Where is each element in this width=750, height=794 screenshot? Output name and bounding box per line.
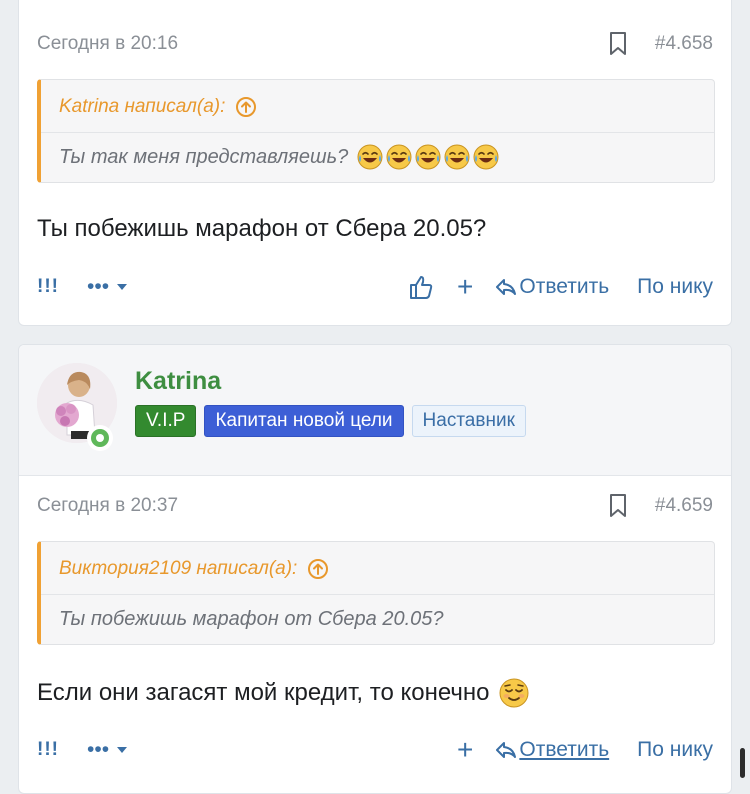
report-button[interactable]: !!! — [37, 276, 59, 298]
badge-mentor: Наставник — [411, 405, 526, 437]
joy-emoji-icon — [415, 144, 441, 170]
add-reaction-button[interactable]: + — [457, 736, 473, 764]
joy-emoji-icon — [473, 144, 499, 170]
more-menu-button[interactable]: ••• — [87, 738, 129, 762]
bookmark-icon[interactable] — [607, 493, 629, 519]
post-date[interactable]: Сегодня в 20:37 — [37, 495, 607, 517]
more-dots: ••• — [86, 275, 110, 298]
report-button[interactable]: !!! — [37, 739, 59, 761]
post-4659: Katrina V.I.P Капитан новой цели Наставн… — [18, 344, 732, 794]
arrow-up-circle-icon[interactable] — [235, 96, 257, 118]
reply-arrow-icon — [496, 742, 517, 758]
actions-right: + Ответить По нику — [409, 273, 713, 301]
quote-divider — [41, 594, 714, 595]
quote-text-label: Ты побежишь марафон от Сбера 20.05? — [59, 607, 444, 630]
badge-captain: Капитан новой цели — [204, 405, 404, 437]
quote-text-label: Ты так меня представляешь? — [59, 145, 349, 168]
post-actions: !!! ••• + Ответить По нику — [37, 732, 713, 768]
reply-by-nick-button[interactable]: По нику — [637, 738, 713, 762]
online-status-icon — [87, 425, 113, 451]
user-header: Katrina V.I.P Капитан новой цели Наставн… — [19, 345, 731, 476]
quote-text: Ты так меня представляешь? — [59, 140, 500, 174]
post-number[interactable]: #4.658 — [655, 33, 713, 55]
reply-by-nick-button[interactable]: По нику — [637, 275, 713, 299]
quote-text: Ты побежишь марафон от Сбера 20.05? — [59, 602, 444, 636]
reply-label: Ответить — [519, 275, 610, 298]
quote-author[interactable]: Katrina написал(а): — [59, 94, 257, 120]
actions-left: !!! ••• — [37, 275, 409, 299]
badge-vip: V.I.P — [135, 405, 197, 437]
post-meta: Сегодня в 20:16 #4.658 — [37, 29, 713, 59]
post-message-text: Если они загасят мой кредит, то конечно — [37, 679, 490, 706]
quote-author-label: Katrina написал(а): — [59, 96, 226, 117]
post-meta: Сегодня в 20:37 #4.659 — [37, 491, 713, 521]
post-date[interactable]: Сегодня в 20:16 — [37, 33, 607, 55]
joy-emoji-icon — [386, 144, 412, 170]
add-reaction-button[interactable]: + — [457, 273, 473, 301]
joy-emoji-icon — [357, 144, 383, 170]
quote-block: Katrina написал(а): Ты так меня представ… — [37, 79, 715, 183]
relieved-emoji-icon — [499, 678, 529, 708]
reply-button[interactable]: Ответить — [495, 738, 609, 762]
actions-right: + Ответить По нику — [457, 736, 713, 764]
post-4658: Сегодня в 20:16 #4.658 Katrina написал(а… — [18, 0, 732, 326]
post-actions: !!! ••• + Ответить По нику — [37, 269, 713, 305]
more-dots: ••• — [86, 738, 110, 761]
reply-arrow-icon — [496, 279, 517, 295]
more-menu-button[interactable]: ••• — [87, 275, 129, 299]
reply-label: Ответить — [519, 738, 610, 761]
thumbs-up-icon[interactable] — [409, 274, 433, 300]
joy-emoji-icon — [444, 144, 470, 170]
username[interactable]: Katrina — [135, 367, 221, 396]
post-number[interactable]: #4.659 — [655, 495, 713, 517]
quote-divider — [41, 132, 714, 133]
post-message: Если они загасят мой кредит, то конечно — [37, 675, 530, 711]
post-message: Ты побежишь марафон от Сбера 20.05? — [37, 211, 486, 247]
quote-author-label: Виктория2109 написал(а): — [59, 558, 298, 579]
post-message-text: Ты побежишь марафон от Сбера 20.05? — [37, 215, 487, 242]
chevron-down-icon — [117, 284, 128, 290]
arrow-up-circle-icon[interactable] — [307, 558, 329, 580]
quote-author[interactable]: Виктория2109 написал(а): — [59, 556, 329, 582]
actions-left: !!! ••• — [37, 738, 457, 762]
user-badges: V.I.P Капитан новой цели Наставник — [135, 405, 526, 437]
bookmark-icon[interactable] — [607, 31, 629, 57]
emoji-row — [356, 143, 500, 171]
chevron-down-icon — [117, 747, 128, 753]
reply-button[interactable]: Ответить — [495, 275, 609, 299]
quote-block: Виктория2109 написал(а): Ты побежишь мар… — [37, 541, 715, 645]
